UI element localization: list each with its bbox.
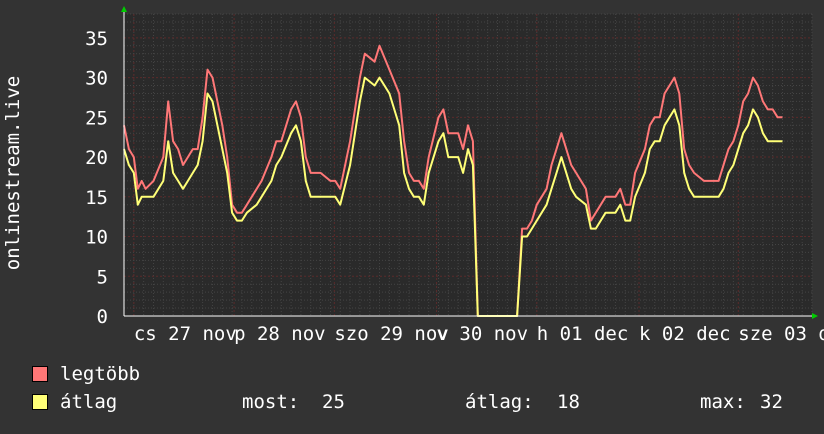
x-tick-label: k 02 dec [639, 323, 731, 345]
x-tick-label: h 01 dec [537, 323, 629, 345]
y-tick-label: 30 [85, 68, 108, 90]
y-tick-label: 5 [97, 266, 108, 288]
stat-avg-label: átlag: [465, 391, 534, 413]
stat-now-value: 25 [322, 391, 345, 413]
x-axis-arrow [812, 313, 818, 319]
y-tick-label: 0 [97, 306, 108, 328]
y-axis-arrow [121, 6, 127, 12]
stat-now-label: most: [242, 391, 300, 413]
x-tick-label: sze 03 dec [738, 323, 824, 345]
legend-item-avg: átlag most: 25 átlag: 18 max: 32 [32, 391, 812, 413]
stat-max-label: max: [700, 391, 746, 413]
y-tick-label: 25 [85, 107, 108, 129]
x-tick-label: cs 27 nov [134, 323, 237, 345]
legend-label-avg: átlag [60, 391, 118, 413]
x-tick-label: v 30 nov [437, 323, 529, 345]
legend-swatch-max [32, 366, 48, 382]
x-tick-label: p 28 nov [234, 323, 326, 345]
legend-label-max: legtöbb [60, 363, 141, 385]
y-axis-label: onlinestream.live [2, 76, 24, 270]
y-tick-label: 20 [85, 147, 108, 169]
y-tick-label: 10 [85, 227, 108, 249]
y-tick-label: 35 [85, 28, 108, 50]
legend-swatch-avg [32, 394, 48, 410]
stat-avg-value: 18 [557, 391, 580, 413]
stat-max-value: 32 [760, 391, 783, 413]
y-tick-label: 15 [85, 187, 108, 209]
x-tick-label: szo 29 nov [334, 323, 448, 345]
